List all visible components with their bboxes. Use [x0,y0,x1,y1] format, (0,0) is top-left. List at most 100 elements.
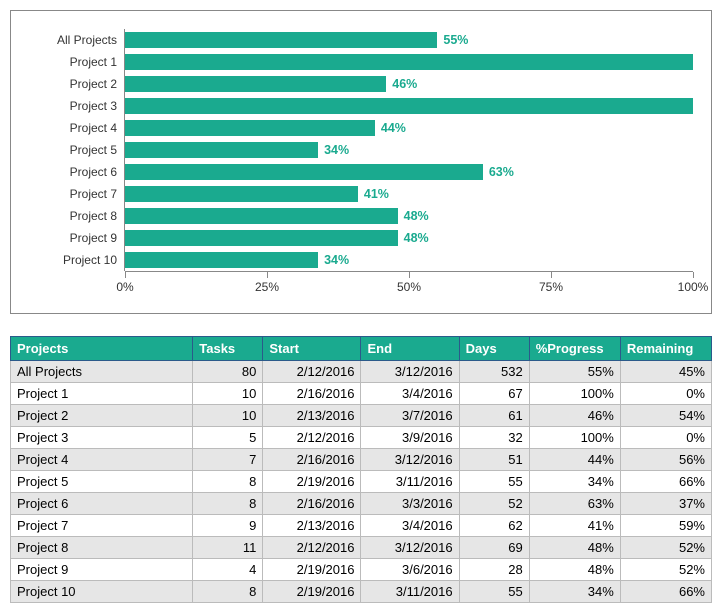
table-cell: 3/12/2016 [361,361,459,383]
table-row: Project 472/16/20163/12/20165144%56% [11,449,712,471]
table-row: Project 1102/16/20163/4/201667100%0% [11,383,712,405]
table-cell: 67 [459,383,529,405]
bar-value-label: 46% [386,73,417,95]
bar-track: 48% [125,227,693,249]
table-cell: 0% [620,383,711,405]
table-cell: 41% [529,515,620,537]
table-cell: 8 [193,581,263,603]
table-cell: 34% [529,581,620,603]
table-cell: 2/13/2016 [263,405,361,427]
table-cell: 66% [620,581,711,603]
x-axis: 0%25%50%75%100% [125,271,693,299]
bar-fill [125,32,437,48]
table-header-cell: Days [459,337,529,361]
table-cell: 80 [193,361,263,383]
bar-row: Project 9 48% [29,227,693,249]
table-cell: Project 10 [11,581,193,603]
bar-fill [125,142,318,158]
table-cell: 532 [459,361,529,383]
table-row: All Projects802/12/20163/12/201653255%45… [11,361,712,383]
table-cell: 52% [620,537,711,559]
table-row: Project 682/16/20163/3/20165263%37% [11,493,712,515]
bar-fill [125,208,398,224]
table-cell: Project 8 [11,537,193,559]
bar-fill [125,120,375,136]
bar-category-label: Project 9 [29,231,125,245]
table-cell: 3/11/2016 [361,581,459,603]
table-row: Project 2102/13/20163/7/20166146%54% [11,405,712,427]
table-cell: 55 [459,581,529,603]
bar-row: Project 6 63% [29,161,693,183]
bar-value-label: 63% [483,161,514,183]
table-cell: Project 1 [11,383,193,405]
table-cell: 48% [529,559,620,581]
bar-row: Project 7 41% [29,183,693,205]
table-cell: 66% [620,471,711,493]
progress-bar-chart: All Projects55%Project 1Project 246%Proj… [10,10,712,314]
bar-value-label: 34% [318,249,349,271]
bar-value-label: 34% [318,139,349,161]
table-cell: 3/6/2016 [361,559,459,581]
bar-fill [125,230,398,246]
table-header-cell: Tasks [193,337,263,361]
table-cell: 48% [529,537,620,559]
table-cell: Project 6 [11,493,193,515]
table-cell: 3/12/2016 [361,449,459,471]
bar-category-label: All Projects [29,33,125,47]
bar-row: Project 534% [29,139,693,161]
bar-value-label: 48% [398,227,429,249]
bar-category-label: Project 6 [29,165,125,179]
table-cell: 100% [529,427,620,449]
table-cell: 61 [459,405,529,427]
table-cell: 2/19/2016 [263,471,361,493]
table-cell: 7 [193,449,263,471]
table-cell: All Projects [11,361,193,383]
table-cell: 2/16/2016 [263,383,361,405]
bar-track: 55% [125,29,693,51]
bar-track: 63% [125,161,693,183]
table-cell: 52% [620,559,711,581]
table-cell: 44% [529,449,620,471]
table-row: Project 1082/19/20163/11/20165534%66% [11,581,712,603]
table-cell: 10 [193,383,263,405]
table-cell: 55 [459,471,529,493]
bar-row: Project 3 [29,95,693,117]
bar-track [125,95,693,117]
table-cell: 69 [459,537,529,559]
table-cell: 2/12/2016 [263,537,361,559]
table-cell: 100% [529,383,620,405]
bar-fill [125,252,318,268]
table-cell: 9 [193,515,263,537]
table-cell: Project 3 [11,427,193,449]
table-cell: 8 [193,493,263,515]
bar-value-label: 48% [398,205,429,227]
table-cell: 2/19/2016 [263,559,361,581]
bar-value-label: 55% [437,29,468,51]
table-cell: 54% [620,405,711,427]
bar-row: Project 444% [29,117,693,139]
bar-track [125,51,693,73]
table-cell: 4 [193,559,263,581]
bar-category-label: Project 10 [29,253,125,267]
table-cell: 51 [459,449,529,471]
table-cell: 3/4/2016 [361,515,459,537]
table-cell: 11 [193,537,263,559]
table-cell: Project 4 [11,449,193,471]
table-cell: 3/4/2016 [361,383,459,405]
table-header-cell: Remaining [620,337,711,361]
table-cell: 2/16/2016 [263,493,361,515]
bar-fill [125,164,483,180]
bar-track: 34% [125,249,693,271]
bar-category-label: Project 7 [29,187,125,201]
table-cell: 28 [459,559,529,581]
table-cell: 55% [529,361,620,383]
projects-table: ProjectsTasksStartEndDays%ProgressRemain… [10,336,712,603]
bar-track: 44% [125,117,693,139]
x-axis-tick-label: 25% [255,280,279,294]
bar-category-label: Project 4 [29,121,125,135]
bar-track: 48% [125,205,693,227]
table-cell: Project 5 [11,471,193,493]
table-cell: 2/12/2016 [263,427,361,449]
bar-value-label: 41% [358,183,389,205]
table-cell: 3/9/2016 [361,427,459,449]
